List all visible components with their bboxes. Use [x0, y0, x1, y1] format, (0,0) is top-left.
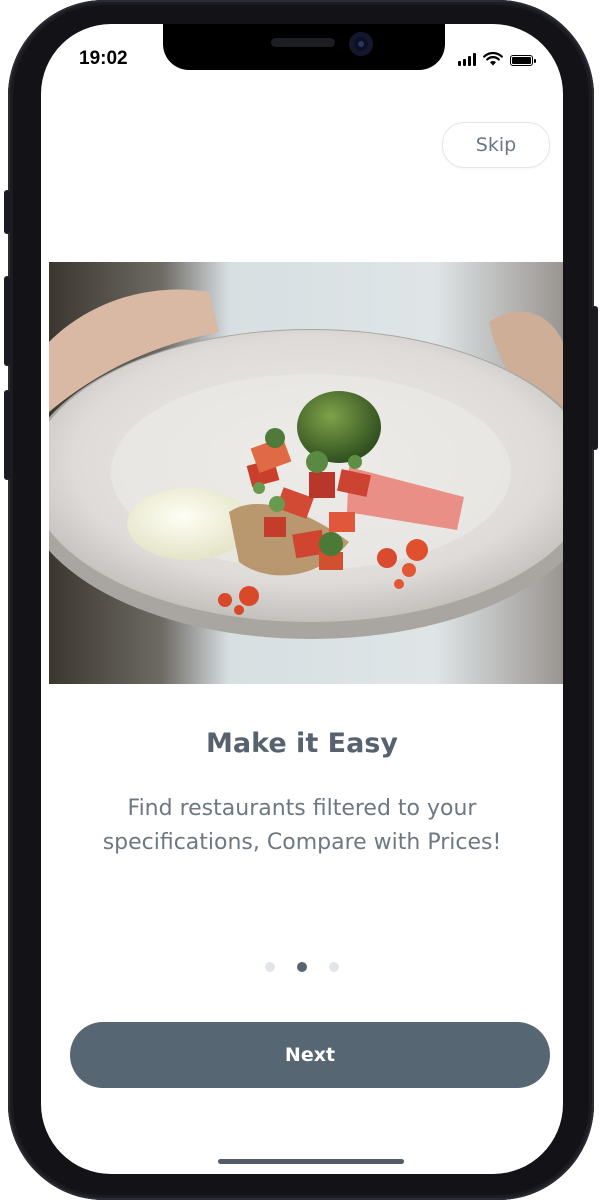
app-screen: 19:02 Skip Make it Easy Find restaurants… [41, 24, 563, 1174]
skip-button[interactable]: Skip [442, 122, 550, 168]
phone-frame: 19:02 Skip Make it Easy Find restaurants… [4, 0, 598, 1200]
speaker-grille [271, 38, 335, 47]
side-button-power [592, 306, 598, 450]
status-icons [458, 52, 536, 66]
status-time: 19:02 [79, 48, 128, 69]
pagination-dot-1[interactable] [265, 962, 275, 972]
signal-icon [458, 53, 476, 66]
front-camera-icon [349, 32, 373, 56]
pagination-dot-2-active[interactable] [297, 962, 307, 972]
battery-icon [510, 55, 536, 66]
wifi-icon [483, 52, 503, 66]
side-button-volume-up [4, 276, 10, 366]
pagination-dot-3[interactable] [329, 962, 339, 972]
onboarding-title: Make it Easy [206, 728, 398, 759]
side-button-silent [4, 190, 10, 234]
side-button-volume-down [4, 390, 10, 480]
home-indicator[interactable] [218, 1159, 404, 1164]
onboarding-subtitle: Find restaurants filtered to your specif… [102, 796, 502, 855]
notch [163, 24, 445, 70]
next-button[interactable]: Next [70, 1022, 550, 1088]
hero-food-photo [49, 262, 563, 684]
food-plate-photo-icon [49, 262, 563, 684]
pagination-dots [41, 962, 563, 972]
